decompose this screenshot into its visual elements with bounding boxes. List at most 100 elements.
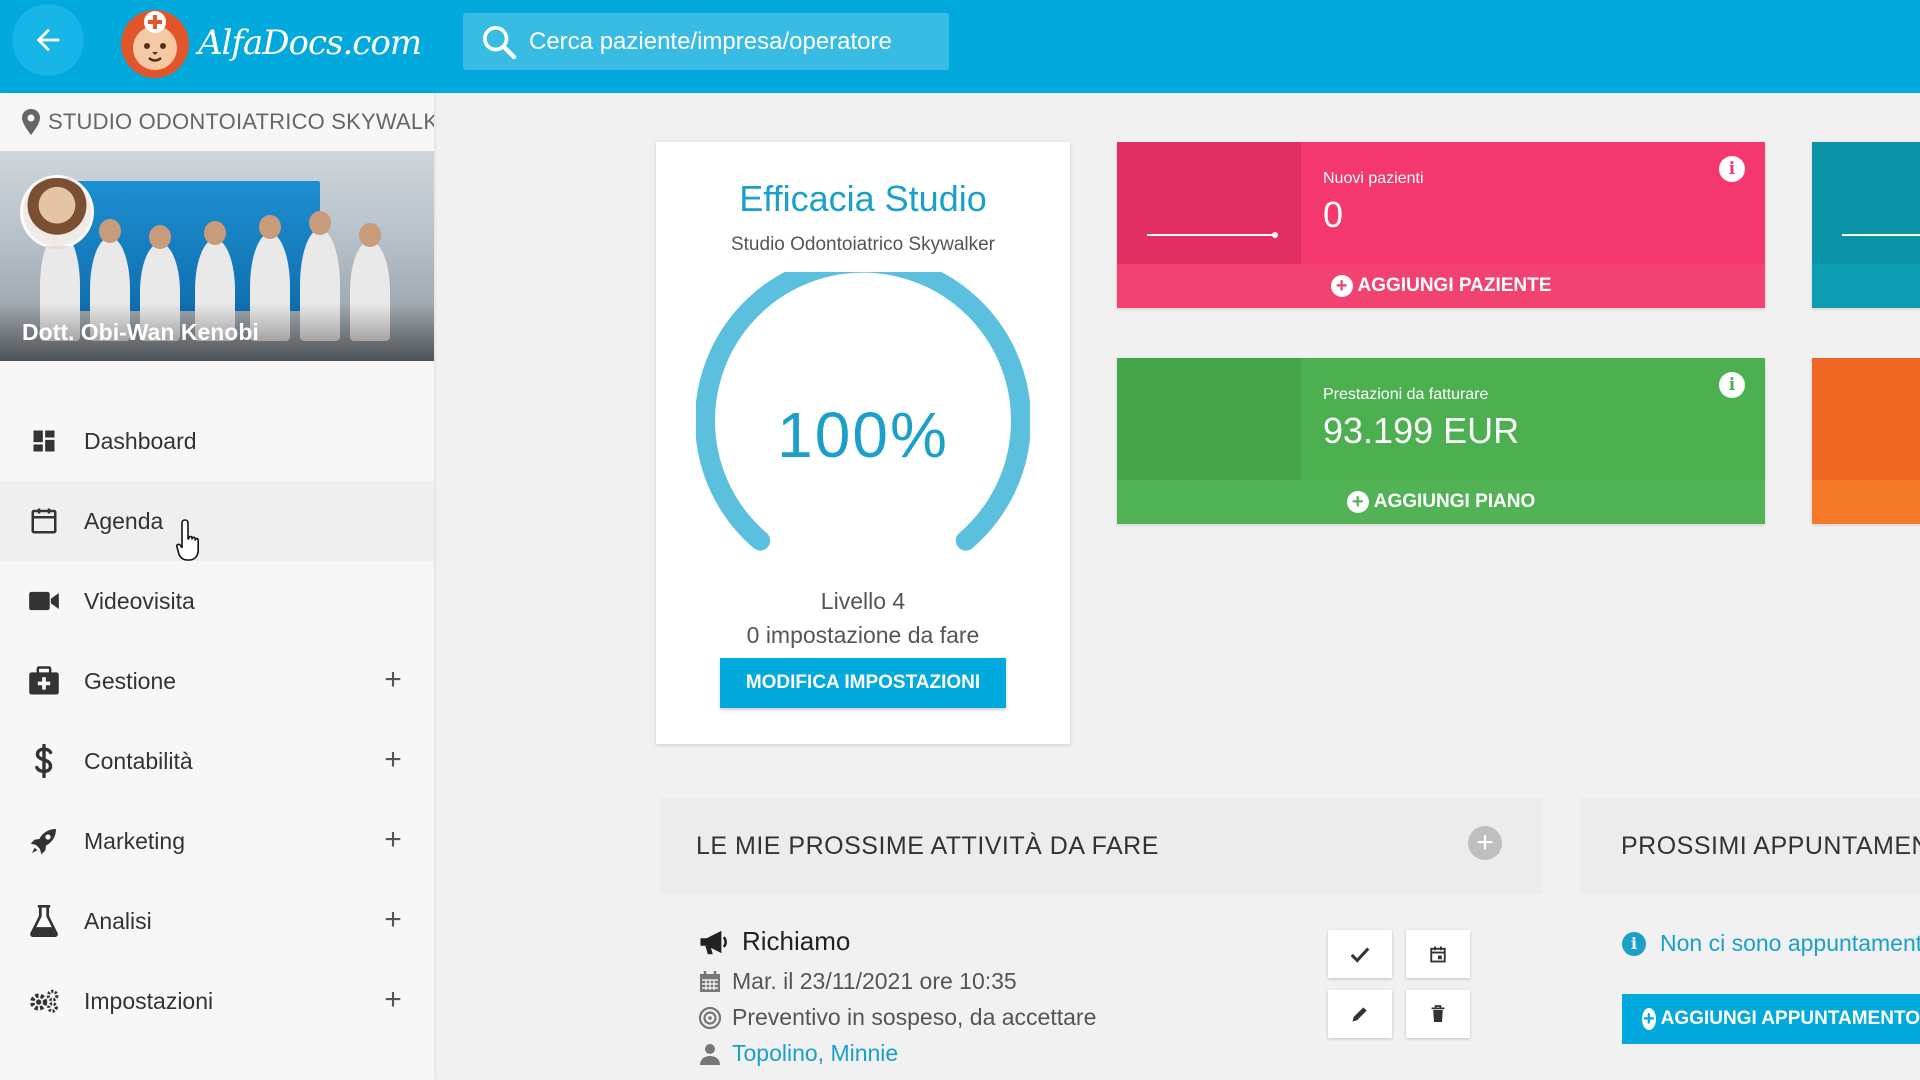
add-patient-label: AGGIUNGI PAZIENTE [1357, 275, 1552, 296]
plus-circle-icon: + [1346, 491, 1369, 513]
sidebar-item-label: Dashboard [84, 427, 197, 454]
to-invoice-value: 93.199 EUR [1323, 410, 1520, 451]
task-title-text: Richiamo [742, 926, 851, 956]
rocket-icon [28, 825, 60, 857]
add-appointment-label: AGGIUNGI APPUNTAMENTO [1660, 1008, 1920, 1029]
expand-plus-icon[interactable]: + [376, 663, 410, 697]
delete-task-button[interactable] [1406, 990, 1470, 1038]
gears-icon [28, 985, 60, 1017]
expand-plus-icon[interactable]: + [376, 983, 410, 1017]
efficacia-percent: 100% [777, 399, 949, 471]
sidebar-item-label: Marketing [84, 827, 185, 854]
user-icon [700, 1043, 720, 1065]
new-patients-sparkline-area [1117, 142, 1301, 264]
dashboard-icon [28, 425, 60, 457]
trash-icon [1431, 1005, 1445, 1022]
sparkline [1147, 232, 1278, 238]
expand-plus-icon[interactable]: + [376, 823, 410, 857]
add-task-button[interactable]: + [1468, 826, 1502, 860]
studio-name: STUDIO ODONTOIATRICO SKYWALKER [48, 109, 434, 134]
sidebar-item-gestione[interactable]: Gestione + [0, 641, 434, 721]
orange-stat-card [1812, 358, 1920, 524]
efficacia-level: Livello 4 [820, 588, 906, 614]
plus-circle-icon: + [1642, 1008, 1656, 1030]
task-title: Richiamo [698, 926, 850, 957]
pencil-icon [1352, 1007, 1367, 1022]
logo-text: AlfaDocs.com [198, 23, 422, 63]
plus-circle-icon: + [1330, 275, 1353, 297]
task-description-text: Preventivo in sospeso, da accettare [732, 1004, 1097, 1030]
info-icon[interactable]: i [1719, 156, 1745, 182]
sidebar-item-label: Agenda [84, 507, 164, 534]
back-button[interactable] [12, 4, 84, 76]
sidebar-item-label: Analisi [84, 907, 152, 934]
task-item: Richiamo Mar. il 23/11/2021 ore 10:35 Pr… [698, 922, 1518, 1080]
sidebar-item-marketing[interactable]: Marketing + [0, 801, 434, 881]
sidebar-item-videovisita[interactable]: Videovisita [0, 561, 434, 641]
reschedule-task-button[interactable] [1406, 930, 1470, 978]
add-plan-button[interactable]: + AGGIUNGI PIANO [1117, 480, 1765, 524]
arrow-left-icon [36, 28, 60, 52]
map-pin-icon [22, 109, 40, 135]
add-patient-button[interactable]: + AGGIUNGI PAZIENTE [1117, 264, 1765, 308]
new-patients-card: Nuovi pazienti 0 i + AGGIUNGI PAZIENTE [1117, 142, 1765, 308]
sidebar-menu: Dashboard Agenda Videovisita Gestione + … [0, 401, 434, 1041]
sidebar-item-label: Gestione [84, 667, 177, 694]
to-invoice-left-area [1117, 358, 1301, 480]
sidebar-item-label: Contabilità [84, 747, 193, 774]
info-icon: i [1622, 931, 1646, 956]
add-appointment-button[interactable]: + AGGIUNGI APPUNTAMENTO [1622, 994, 1920, 1044]
edit-task-button[interactable] [1328, 990, 1392, 1038]
tasks-panel-header: LE MIE PROSSIME ATTIVITÀ DA FARE + [660, 798, 1542, 894]
sidebar-item-contabilita[interactable]: Contabilità + [0, 721, 434, 801]
teal-card-footer[interactable] [1812, 264, 1920, 308]
info-icon[interactable]: i [1719, 372, 1745, 398]
video-camera-icon [28, 585, 60, 617]
studio-selector[interactable]: STUDIO ODONTOIATRICO SKYWALKER [0, 93, 434, 151]
complete-task-button[interactable] [1328, 930, 1392, 978]
flask-icon [28, 905, 60, 937]
target-icon [698, 1006, 722, 1029]
no-appointments-message: i Non ci sono appuntamenti [1622, 930, 1920, 957]
logo[interactable]: AlfaDocs.com [118, 0, 422, 86]
task-patient-link[interactable]: Topolino, Minnie [732, 1040, 898, 1067]
calendar-icon [1430, 946, 1446, 963]
profile-banner[interactable]: Dott. Obi-Wan Kenobi [0, 151, 434, 361]
expand-plus-icon[interactable]: + [376, 743, 410, 777]
dollar-icon [28, 744, 60, 778]
search-input[interactable] [519, 13, 949, 70]
sidebar-item-analisi[interactable]: Analisi + [0, 881, 434, 961]
teal-stat-card [1812, 142, 1920, 308]
appointments-panel-header: PROSSIMI APPUNTAMENTI [1580, 798, 1920, 894]
sidebar: STUDIO ODONTOIATRICO SKYWALKER Dott. Obi… [0, 93, 434, 1080]
sidebar-item-agenda[interactable]: Agenda [0, 481, 434, 561]
search-icon [483, 25, 517, 59]
profile-name: Dott. Obi-Wan Kenobi [0, 303, 434, 361]
search-box[interactable] [463, 13, 949, 70]
new-patients-label: Nuovi pazienti [1323, 170, 1424, 187]
efficacia-title: Efficacia Studio [739, 178, 987, 219]
avatar[interactable] [20, 175, 94, 249]
calendar-icon [28, 505, 60, 537]
expand-plus-icon[interactable]: + [376, 903, 410, 937]
sidebar-item-dashboard[interactable]: Dashboard [0, 401, 434, 481]
megaphone-icon [700, 930, 727, 954]
sidebar-item-impostazioni[interactable]: Impostazioni + [0, 961, 434, 1041]
sidebar-item-label: Impostazioni [84, 987, 214, 1014]
lion-logo-icon [121, 10, 189, 78]
top-bar: AlfaDocs.com [0, 0, 1920, 93]
efficacia-studio-card: Efficacia Studio Studio Odontoiatrico Sk… [656, 142, 1070, 744]
tasks-panel-title: LE MIE PROSSIME ATTIVITÀ DA FARE [696, 831, 1159, 860]
sparkline [1842, 234, 1920, 236]
orange-card-footer[interactable] [1812, 480, 1920, 524]
modifica-impostazioni-button[interactable]: MODIFICA IMPOSTAZIONI [720, 658, 1006, 708]
add-plan-label: AGGIUNGI PIANO [1373, 491, 1536, 512]
check-icon [1350, 947, 1370, 963]
no-appointments-text: Non ci sono appuntamenti [1660, 930, 1920, 956]
efficacia-todo: 0 impostazione da fare [746, 622, 980, 648]
task-date: Mar. il 23/11/2021 ore 10:35 [698, 968, 1017, 995]
sidebar-item-label: Videovisita [84, 587, 195, 614]
task-date-text: Mar. il 23/11/2021 ore 10:35 [732, 968, 1017, 994]
new-patients-value: 0 [1323, 194, 1344, 235]
to-invoice-card: Prestazioni da fatturare 93.199 EUR i + … [1117, 358, 1765, 524]
